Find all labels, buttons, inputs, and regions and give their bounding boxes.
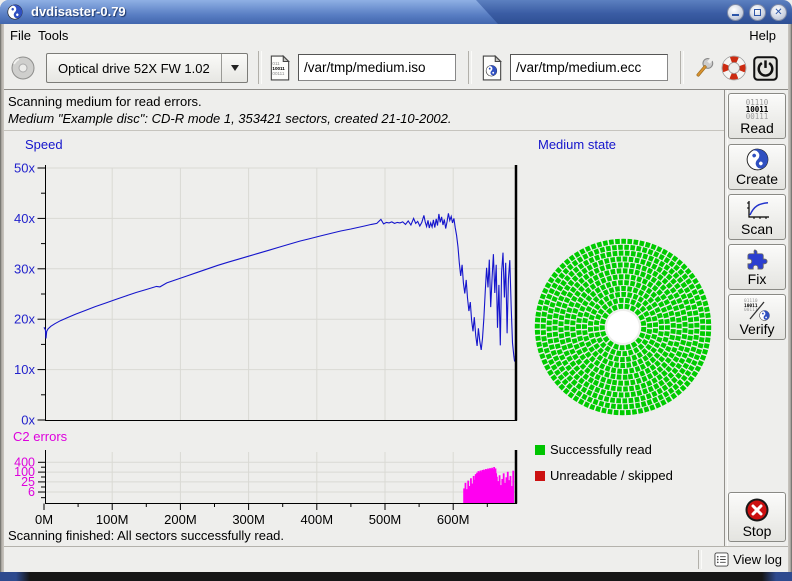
read-button[interactable]: 011101001100111 Read: [728, 93, 786, 139]
stop-button-label: Stop: [743, 523, 772, 539]
svg-text:10x: 10x: [14, 362, 35, 377]
legend-item-read: Successfully read: [535, 442, 652, 457]
puzzle-icon: [746, 248, 769, 271]
legend-label: Successfully read: [550, 442, 652, 457]
yin-yang-icon: [759, 310, 770, 321]
iso-path-input[interactable]: [298, 54, 456, 81]
app-window: dvdisaster-0.79 ✕ File Tools Help Optica…: [0, 0, 792, 581]
svg-text:500M: 500M: [369, 512, 402, 527]
separator: [0, 130, 724, 131]
drive-icon-button[interactable]: [9, 54, 37, 82]
create-button[interactable]: Create: [728, 144, 786, 190]
maximize-button[interactable]: [749, 4, 766, 21]
create-button-label: Create: [736, 171, 778, 187]
cd-icon: [9, 54, 37, 82]
maximize-icon: [754, 9, 761, 16]
legend-label: Unreadable / skipped: [550, 468, 673, 483]
fix-button[interactable]: Fix: [728, 244, 786, 290]
preferences-button[interactable]: [690, 54, 718, 82]
menu-tools[interactable]: Tools: [34, 27, 72, 44]
close-button[interactable]: ✕: [770, 4, 787, 21]
svg-text:200M: 200M: [164, 512, 197, 527]
titlebar[interactable]: dvdisaster-0.79 ✕: [0, 0, 792, 24]
main-area: Scanning medium for read errors. Medium …: [0, 90, 792, 546]
window-frame-bottom[interactable]: [0, 572, 792, 581]
binary-icon: 011101001100111: [746, 99, 769, 120]
iso-document-icon: 011 10011 00111: [269, 55, 291, 81]
svg-text:0x: 0x: [21, 413, 35, 428]
svg-text:30x: 30x: [14, 261, 35, 276]
wrench-icon: [691, 55, 717, 81]
svg-text:0M: 0M: [35, 512, 53, 527]
view-log-toggle[interactable]: View log: [712, 550, 784, 569]
medium-state-disc: [534, 238, 712, 416]
svg-text:50x: 50x: [14, 161, 35, 176]
svg-text:400M: 400M: [301, 512, 334, 527]
drive-selector[interactable]: Optical drive 52X FW 1.02: [46, 53, 248, 83]
scan-chart-icon: [744, 199, 771, 221]
toolbar-separator: [258, 51, 262, 84]
svg-text:300M: 300M: [232, 512, 265, 527]
drive-selector-arrow[interactable]: [221, 54, 247, 82]
drive-selector-value: Optical drive 52X FW 1.02: [47, 61, 221, 76]
legend-swatch-green: [535, 445, 545, 455]
iso-file-icon-button[interactable]: 011 10011 00111: [266, 54, 294, 82]
legend-swatch-red: [535, 471, 545, 481]
statusbar-separator: [698, 550, 702, 569]
minimize-button[interactable]: [727, 4, 744, 21]
svg-text:100M: 100M: [96, 512, 129, 527]
quit-button[interactable]: [751, 54, 779, 82]
svg-text:40x: 40x: [14, 211, 35, 226]
log-list-icon: [714, 552, 729, 567]
window-frame-left: [0, 24, 4, 572]
menu-help[interactable]: Help: [745, 27, 780, 44]
app-icon: [7, 4, 23, 20]
help-button[interactable]: [720, 54, 748, 82]
scan-status-line: Scanning medium for read errors.: [8, 94, 202, 109]
ecc-path-input[interactable]: [510, 54, 668, 81]
close-icon: ✕: [774, 8, 782, 18]
menu-file[interactable]: File: [6, 27, 35, 44]
legend-item-unreadable: Unreadable / skipped: [535, 468, 673, 483]
scan-button[interactable]: Scan: [728, 194, 786, 240]
scan-button-label: Scan: [741, 221, 773, 237]
svg-text:20x: 20x: [14, 312, 35, 327]
svg-text:6: 6: [28, 485, 35, 499]
ecc-document-icon: [481, 55, 503, 81]
stop-icon: [744, 497, 770, 523]
verify-icon: 011101001100111: [744, 300, 770, 321]
view-log-label: View log: [733, 552, 782, 567]
toolbar-separator: [680, 51, 684, 84]
power-icon: [752, 55, 779, 82]
svg-text:600M: 600M: [437, 512, 470, 527]
menubar: File Tools Help: [0, 24, 792, 46]
minimize-icon: [732, 14, 739, 16]
chevron-down-icon: [231, 65, 239, 71]
toolbar: Optical drive 52X FW 1.02 011 10011 0011…: [0, 46, 792, 90]
verify-button-label: Verify: [739, 321, 774, 337]
fix-button-label: Fix: [748, 271, 767, 287]
verify-button[interactable]: 011101001100111 Verify: [728, 294, 786, 340]
ecc-file-icon-button[interactable]: [478, 54, 506, 82]
window-title: dvdisaster-0.79: [31, 4, 126, 19]
stop-button[interactable]: Stop: [728, 492, 786, 542]
medium-info-line: Medium "Example disc": CD-R mode 1, 3534…: [8, 111, 452, 126]
svg-text:00111: 00111: [272, 71, 284, 76]
lifesaver-icon: [721, 55, 747, 81]
yin-yang-icon: [746, 148, 769, 171]
finished-message: Scanning finished: All sectors successfu…: [8, 528, 284, 543]
statusbar: View log: [0, 546, 792, 572]
window-frame-right: [788, 24, 792, 572]
read-button-label: Read: [740, 120, 773, 136]
toolbar-separator: [468, 51, 472, 84]
